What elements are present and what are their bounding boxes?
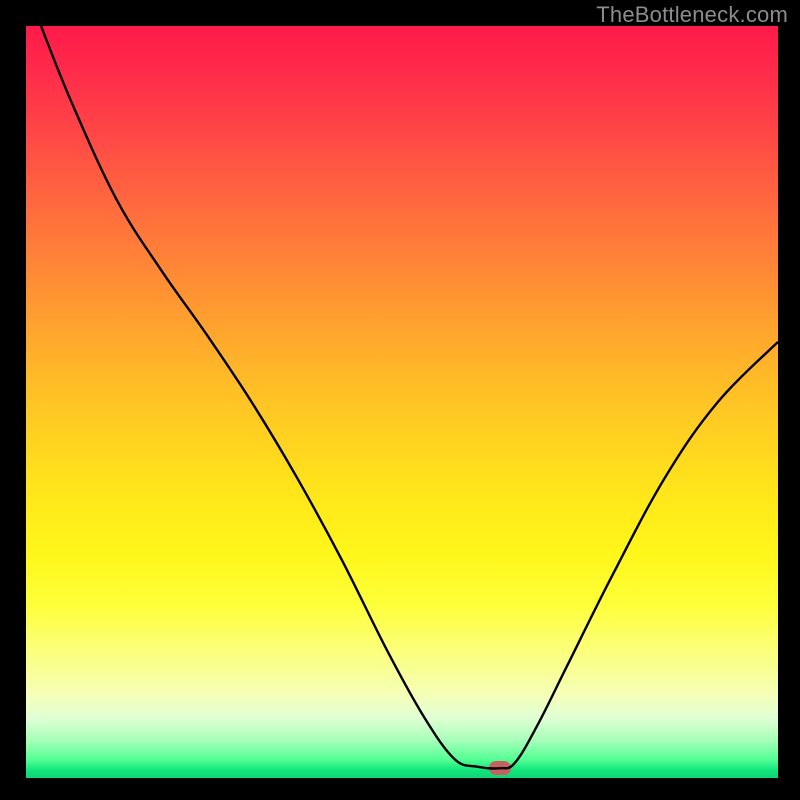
plot-area: [26, 26, 778, 778]
watermark-text: TheBottleneck.com: [596, 2, 788, 28]
bottleneck-curve: [26, 26, 778, 778]
chart-container: TheBottleneck.com: [0, 0, 800, 800]
